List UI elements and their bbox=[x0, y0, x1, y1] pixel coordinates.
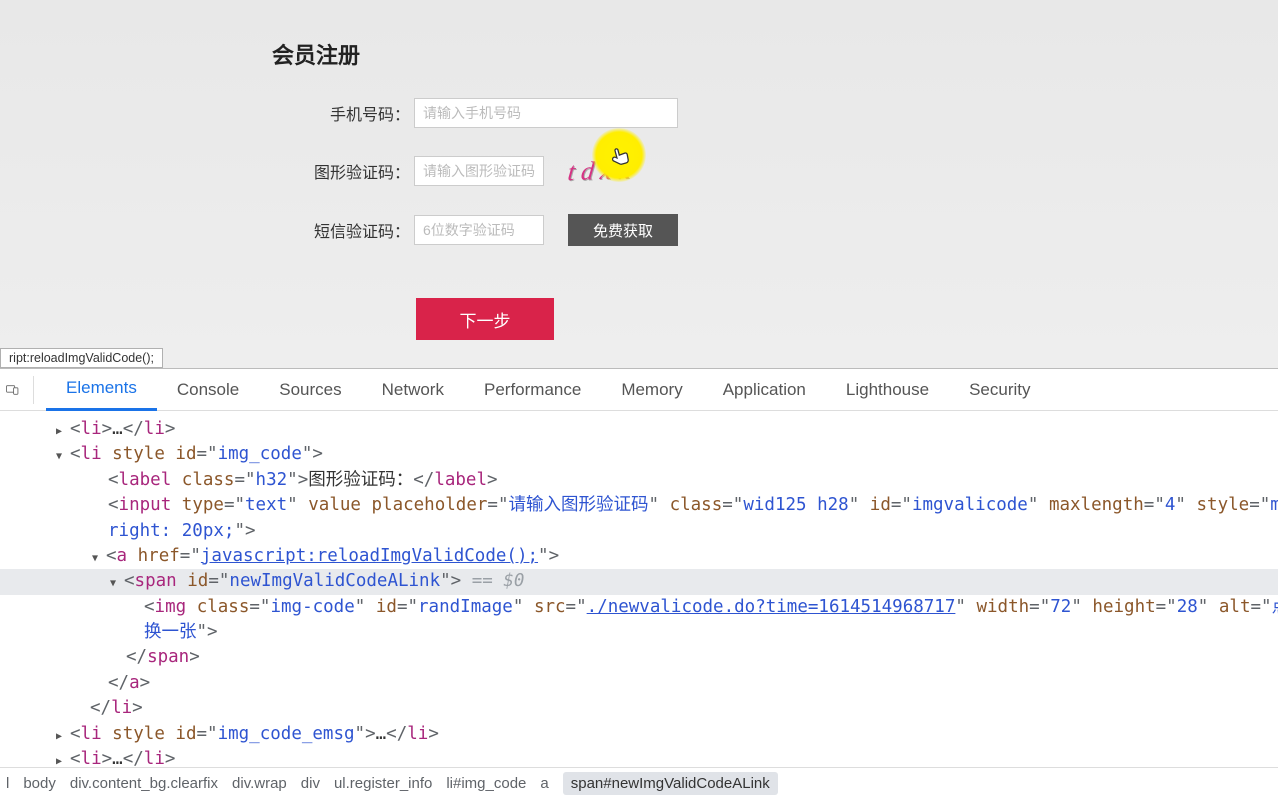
captcha-label: 图形验证码： bbox=[272, 159, 414, 183]
bc-content[interactable]: div.content_bg.clearfix bbox=[70, 775, 218, 792]
selected-element-line[interactable]: <span id="newImgValidCodeALink"> == $0 bbox=[0, 569, 1278, 594]
tab-memory[interactable]: Memory bbox=[601, 369, 702, 411]
bc-body[interactable]: body bbox=[23, 775, 56, 792]
tab-console[interactable]: Console bbox=[157, 369, 259, 411]
captcha-input[interactable] bbox=[414, 156, 544, 186]
code-img-src: ./newvalicode.do?time=1614514968717 bbox=[587, 597, 956, 617]
tab-sources[interactable]: Sources bbox=[259, 369, 361, 411]
tab-elements[interactable]: Elements bbox=[46, 369, 157, 411]
elements-tree[interactable]: <li>…</li> <li style id="img_code"> <lab… bbox=[0, 411, 1278, 767]
tab-performance[interactable]: Performance bbox=[464, 369, 601, 411]
sms-row: 短信验证码： 免费获取 bbox=[272, 214, 1278, 246]
page-title: 会员注册 bbox=[272, 38, 1278, 70]
bc-div[interactable]: div bbox=[301, 775, 320, 792]
bc-span[interactable]: span#newImgValidCodeALink bbox=[563, 772, 778, 795]
bc-l[interactable]: l bbox=[6, 775, 9, 792]
selection-marker: == $0 bbox=[461, 571, 524, 591]
captcha-row: 图形验证码： tdxn bbox=[272, 156, 1278, 186]
phone-input[interactable] bbox=[414, 98, 678, 128]
captcha-image-link[interactable]: tdxn bbox=[568, 156, 637, 186]
devtools-panel: Elements Console Sources Network Perform… bbox=[0, 368, 1278, 799]
registration-form-area: 会员注册 手机号码： 图形验证码： tdxn 短信验证码： 免费获取 下一步 注… bbox=[0, 0, 1278, 368]
bc-li[interactable]: li#img_code bbox=[446, 775, 526, 792]
tab-security[interactable]: Security bbox=[949, 369, 1050, 411]
tab-application[interactable]: Application bbox=[703, 369, 826, 411]
code-label-text: 图形验证码： bbox=[308, 470, 413, 490]
phone-row: 手机号码： bbox=[272, 98, 1278, 128]
tab-network[interactable]: Network bbox=[362, 369, 464, 411]
bc-ul[interactable]: ul.register_info bbox=[334, 775, 432, 792]
get-code-button[interactable]: 免费获取 bbox=[568, 214, 678, 246]
phone-label: 手机号码： bbox=[272, 101, 414, 125]
next-button[interactable]: 下一步 bbox=[416, 298, 554, 340]
devtools-tabs: Elements Console Sources Network Perform… bbox=[0, 369, 1278, 411]
tab-lighthouse[interactable]: Lighthouse bbox=[826, 369, 949, 411]
elements-breadcrumb[interactable]: l body div.content_bg.clearfix div.wrap … bbox=[0, 767, 1278, 799]
code-href: javascript:reloadImgValidCode(); bbox=[201, 546, 538, 566]
device-toggle-icon[interactable] bbox=[6, 376, 34, 404]
sms-label: 短信验证码： bbox=[272, 218, 414, 242]
bc-wrap[interactable]: div.wrap bbox=[232, 775, 287, 792]
bc-a[interactable]: a bbox=[540, 775, 548, 792]
status-tooltip: ript:reloadImgValidCode(); bbox=[0, 348, 163, 368]
sms-input[interactable] bbox=[414, 215, 544, 245]
